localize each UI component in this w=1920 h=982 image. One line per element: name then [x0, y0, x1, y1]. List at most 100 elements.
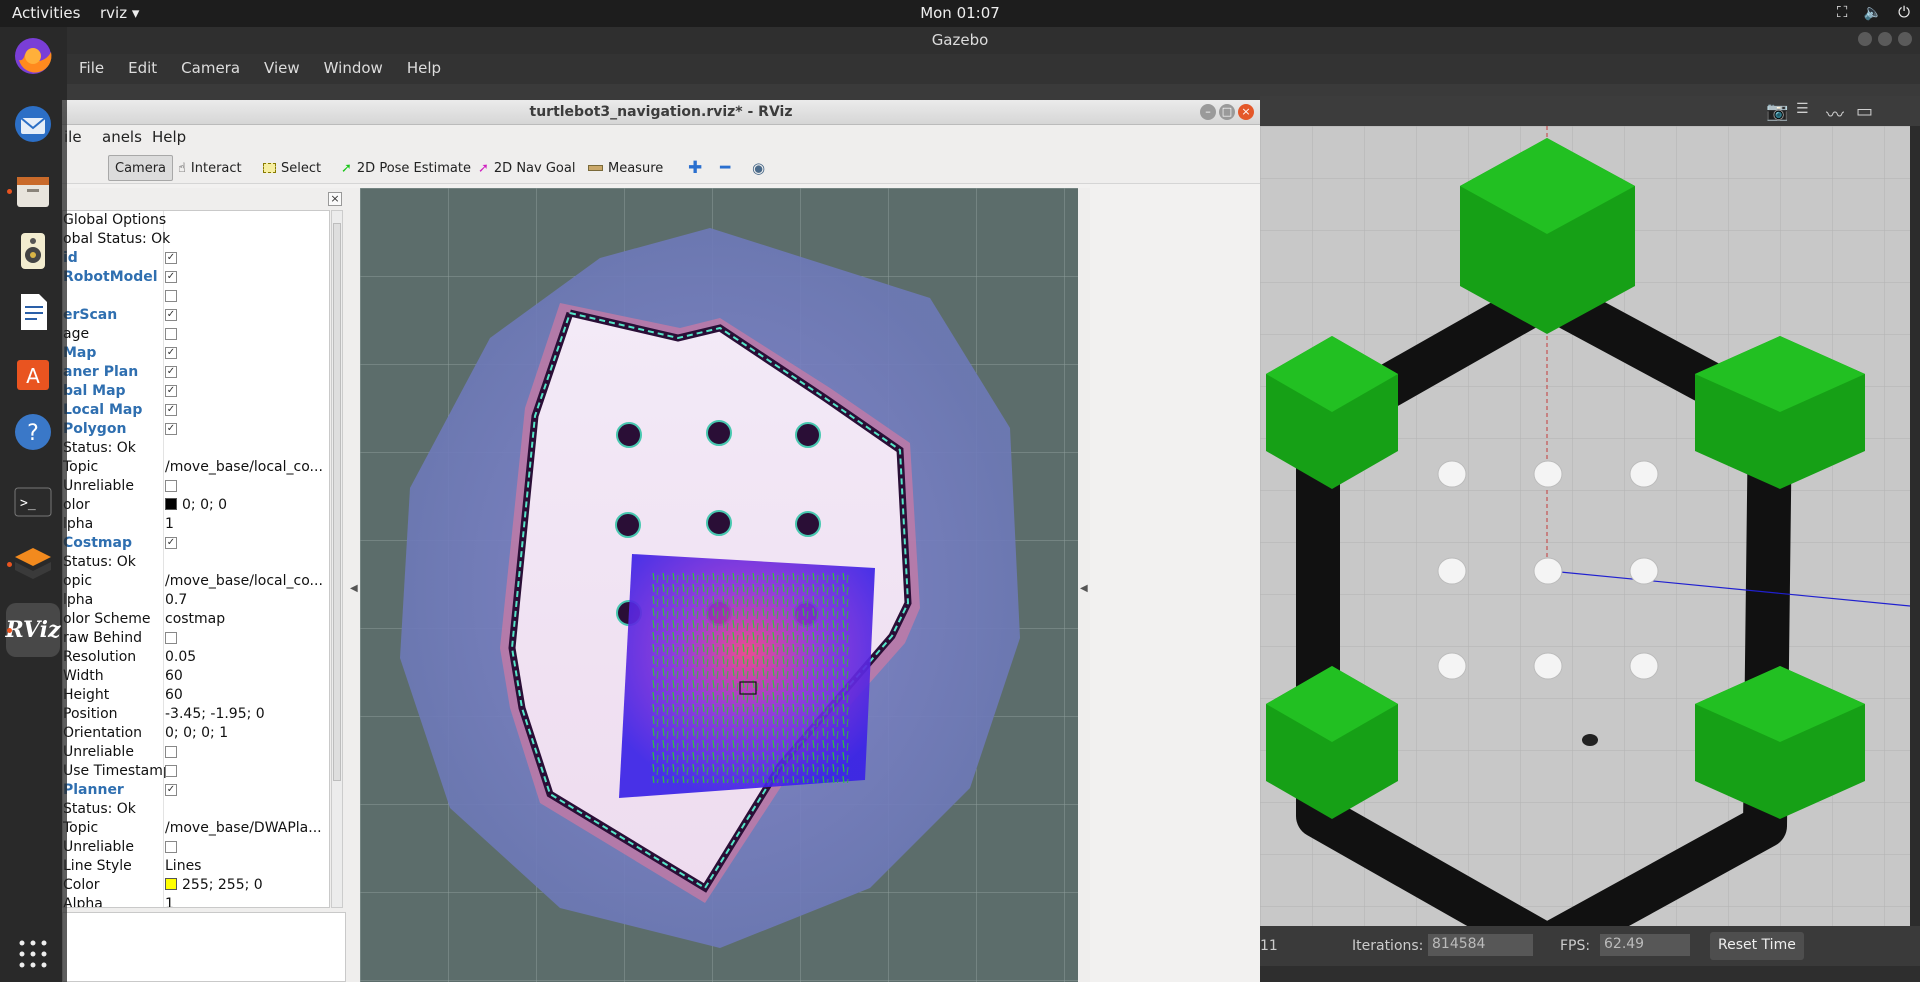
measure-tool-button[interactable]: Measure — [582, 155, 669, 181]
display-property-value[interactable]: 0; 0; 0; 1 — [165, 725, 329, 741]
dock-help[interactable]: ? — [6, 405, 60, 459]
gazebo-menu-camera[interactable]: Camera — [169, 54, 252, 84]
dock-firefox[interactable] — [6, 29, 60, 83]
display-checkbox[interactable]: ✓ — [165, 537, 177, 549]
left-splitter[interactable]: ◀ — [346, 188, 360, 982]
display-checkbox[interactable]: ✓ — [165, 423, 177, 435]
display-checkbox[interactable] — [165, 632, 177, 644]
dock-show-applications[interactable] — [6, 927, 60, 981]
display-property-value[interactable]: 60 — [165, 668, 329, 684]
activities-button[interactable]: Activities — [12, 4, 80, 22]
display-checkbox[interactable] — [165, 841, 177, 853]
display-row[interactable]: Alpha 1 — [63, 895, 329, 907]
display-row[interactable]: Status: Ok — [63, 553, 329, 572]
remove-tool-button[interactable]: ━ — [714, 155, 736, 181]
display-row[interactable]: Use Timestamp — [63, 762, 329, 781]
display-row[interactable]: Unreliable — [63, 477, 329, 496]
collapse-left-icon[interactable]: ◀ — [350, 583, 358, 594]
gazebo-window-controls[interactable] — [1858, 32, 1912, 46]
display-property-value[interactable] — [165, 763, 329, 779]
displays-scrollbar[interactable] — [331, 210, 343, 908]
display-property-value[interactable] — [165, 630, 329, 646]
display-row[interactable]: bal Map ✓ — [63, 382, 329, 401]
display-property-value[interactable]: ✓ — [165, 307, 329, 323]
interact-tool-button[interactable]: ☝ Interact — [172, 155, 248, 181]
collapse-right-icon[interactable]: ◀ — [1080, 583, 1088, 594]
display-property-value[interactable]: 1 — [165, 516, 329, 532]
system-tray[interactable]: ⛶ 🔈 ⏻ — [1837, 3, 1910, 21]
display-property-value[interactable]: ✓ — [165, 535, 329, 551]
minimize-icon[interactable]: – — [1200, 104, 1216, 120]
display-property-value[interactable]: /move_base/DWAPla... — [165, 820, 329, 836]
close-icon[interactable] — [1898, 32, 1912, 46]
display-property-value[interactable] — [165, 744, 329, 760]
plot-icon[interactable]: 〰 — [1826, 101, 1844, 127]
rviz-menu-help[interactable]: Help — [152, 128, 186, 146]
display-property-value[interactable]: 0.7 — [165, 592, 329, 608]
display-checkbox[interactable]: ✓ — [165, 252, 177, 264]
display-checkbox[interactable] — [165, 328, 177, 340]
display-property-value[interactable]: Lines — [165, 858, 329, 874]
rviz-menu-panels[interactable]: anels — [102, 128, 142, 146]
display-checkbox[interactable]: ✓ — [165, 404, 177, 416]
rviz-3d-viewport[interactable] — [360, 188, 1078, 982]
display-row[interactable] — [63, 287, 329, 306]
display-row[interactable]: age — [63, 325, 329, 344]
reset-time-button[interactable]: Reset Time — [1710, 932, 1804, 960]
scrollbar-thumb[interactable] — [333, 223, 341, 781]
dock-gazebo[interactable] — [6, 537, 60, 591]
view-options-button[interactable]: ◉ — [746, 155, 771, 181]
camera-icon[interactable]: 📷 — [1766, 101, 1788, 122]
display-property-value[interactable]: costmap — [165, 611, 329, 627]
display-checkbox[interactable]: ✓ — [165, 366, 177, 378]
minimize-icon[interactable] — [1858, 32, 1872, 46]
dock-thunderbird[interactable] — [6, 97, 60, 151]
display-row[interactable]: Position -3.45; -1.95; 0 — [63, 705, 329, 724]
display-property-value[interactable]: 0.05 — [165, 649, 329, 665]
display-row[interactable]: olor Scheme costmap — [63, 610, 329, 629]
display-property-value[interactable]: ✓ — [165, 402, 329, 418]
display-checkbox[interactable] — [165, 480, 177, 492]
display-row[interactable]: RobotModel ✓ — [63, 268, 329, 287]
display-row[interactable]: Planner ✓ — [63, 781, 329, 800]
dock-libreoffice-writer[interactable] — [6, 285, 60, 339]
display-row[interactable]: obal Status: Ok — [63, 230, 329, 249]
app-menu[interactable]: rviz ▾ — [100, 4, 139, 22]
display-property-value[interactable]: /move_base/local_co... — [165, 573, 329, 589]
gazebo-menu-window[interactable]: Window — [312, 54, 395, 84]
select-tool-button[interactable]: Select — [257, 155, 327, 181]
display-row[interactable]: Line Style Lines — [63, 857, 329, 876]
display-row[interactable]: Unreliable — [63, 838, 329, 857]
pose-estimate-tool-button[interactable]: ➚ 2D Pose Estimate — [335, 155, 477, 181]
display-row[interactable]: Status: Ok — [63, 439, 329, 458]
display-row[interactable]: Height 60 — [63, 686, 329, 705]
display-row[interactable]: Costmap ✓ — [63, 534, 329, 553]
display-property-value[interactable] — [165, 478, 329, 494]
right-splitter[interactable]: ◀ — [1078, 188, 1090, 982]
display-property-value[interactable]: /move_base/local_co... — [165, 459, 329, 475]
rviz-title-bar[interactable]: turtlebot3_navigation.rviz* - RViz — [62, 100, 1260, 125]
rviz-window-controls[interactable]: – □ × — [1200, 104, 1254, 120]
dock-rhythmbox[interactable] — [6, 224, 60, 278]
display-row[interactable]: Orientation 0; 0; 0; 1 — [63, 724, 329, 743]
display-property-value[interactable]: ✓ — [165, 345, 329, 361]
display-checkbox[interactable]: ✓ — [165, 347, 177, 359]
clock[interactable]: Mon 01:07 — [0, 4, 1920, 22]
display-row[interactable]: raw Behind — [63, 629, 329, 648]
display-checkbox[interactable]: ✓ — [165, 385, 177, 397]
display-row[interactable]: Resolution 0.05 — [63, 648, 329, 667]
display-property-value[interactable]: ✓ — [165, 364, 329, 380]
gazebo-menu-view[interactable]: View — [252, 54, 312, 84]
dock-rviz[interactable]: RViz — [5, 603, 61, 657]
close-panel-icon[interactable]: × — [328, 192, 342, 206]
display-row[interactable]: lpha 0.7 — [63, 591, 329, 610]
display-row[interactable]: Width 60 — [63, 667, 329, 686]
display-row[interactable]: Unreliable — [63, 743, 329, 762]
nav-goal-tool-button[interactable]: ➚ 2D Nav Goal — [472, 155, 581, 181]
display-row[interactable]: Topic/move_base/local_co... — [63, 458, 329, 477]
display-row[interactable]: aner Plan ✓ — [63, 363, 329, 382]
display-property-value[interactable]: 60 — [165, 687, 329, 703]
display-checkbox[interactable]: ✓ — [165, 309, 177, 321]
display-property-value[interactable]: -3.45; -1.95; 0 — [165, 706, 329, 722]
gazebo-menu-file[interactable]: File — [67, 54, 116, 84]
